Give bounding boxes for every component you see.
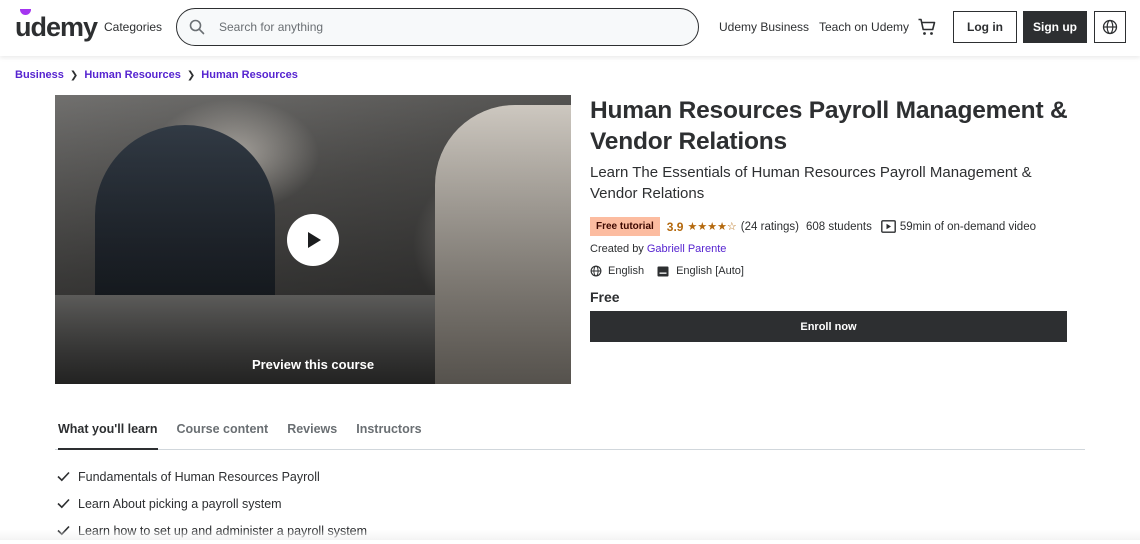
play-icon	[308, 232, 321, 248]
top-navbar: udemy Categories Udemy Business Teach on…	[0, 0, 1140, 56]
breadcrumb: Business ❯ Human Resources ❯ Human Resou…	[15, 69, 298, 81]
created-by: Created by Gabriell Parente	[590, 243, 726, 255]
course-meta: Free tutorial 3.9 ★★★★☆ (24 ratings) 608…	[590, 217, 1036, 236]
students-count: 608 students	[805, 220, 872, 233]
globe-icon	[1102, 19, 1118, 35]
breadcrumb-item-human-resources[interactable]: Human Resources	[84, 69, 181, 81]
cart-icon	[918, 18, 936, 35]
teach-on-udemy-link[interactable]: Teach on Udemy	[819, 20, 909, 34]
course-subtitle: Learn The Essentials of Human Resources …	[590, 164, 1032, 202]
captions-label: English [Auto]	[676, 265, 744, 277]
breadcrumb-item-business[interactable]: Business	[15, 69, 64, 81]
course-tabs: What you'll learn Course content Reviews…	[55, 410, 1085, 450]
tab-instructors[interactable]: Instructors	[356, 410, 431, 450]
breadcrumb-item-human-resources-sub[interactable]: Human Resources	[201, 69, 298, 81]
search-bar[interactable]	[176, 8, 699, 46]
preview-course-label[interactable]: Preview this course	[55, 357, 571, 372]
enroll-now-button[interactable]: Enroll now	[590, 311, 1067, 342]
list-item: Learn About picking a payroll system	[57, 490, 367, 517]
play-button[interactable]	[287, 214, 339, 266]
checkmark-icon	[57, 471, 70, 482]
star-rating-icon: ★★★★☆	[687, 221, 737, 233]
chevron-right-icon: ❯	[186, 69, 196, 81]
course-languages: English English [Auto]	[590, 265, 744, 277]
free-tutorial-badge: Free tutorial	[590, 217, 660, 236]
course-preview-video[interactable]: Preview this course	[55, 95, 571, 384]
tab-reviews[interactable]: Reviews	[287, 410, 347, 450]
list-item: Fundamentals of Human Resources Payroll	[57, 463, 367, 490]
captions-item: English [Auto]	[657, 265, 744, 277]
rating-value: 3.9	[666, 219, 684, 234]
course-price: Free	[590, 289, 620, 305]
cart-button[interactable]	[917, 17, 937, 42]
language-button[interactable]	[1094, 11, 1126, 43]
tab-course-content[interactable]: Course content	[177, 410, 279, 450]
language-item: English	[590, 265, 644, 277]
learn-item-text: Learn About picking a payroll system	[78, 496, 282, 511]
chevron-right-icon: ❯	[69, 69, 79, 81]
video-icon	[880, 220, 896, 233]
video-length: 59min of on-demand video	[899, 220, 1036, 233]
globe-icon	[590, 265, 602, 277]
search-icon[interactable]	[189, 19, 205, 35]
udemy-business-link[interactable]: Udemy Business	[719, 20, 809, 34]
instructor-link[interactable]: Gabriell Parente	[647, 243, 727, 255]
logo-text: udemy	[15, 12, 98, 42]
captions-icon	[657, 266, 669, 276]
login-button[interactable]: Log in	[953, 11, 1017, 43]
categories-link[interactable]: Categories	[104, 20, 162, 34]
course-title: Human Resources Payroll Management & Ven…	[590, 97, 1068, 155]
learn-item-text: Fundamentals of Human Resources Payroll	[78, 469, 320, 484]
language-label: English	[608, 265, 645, 277]
tab-what-youll-learn[interactable]: What you'll learn	[58, 410, 158, 450]
signup-button[interactable]: Sign up	[1023, 11, 1087, 43]
search-input[interactable]	[219, 20, 659, 34]
bottom-fade	[0, 530, 1140, 540]
udemy-logo[interactable]: udemy	[15, 9, 98, 43]
checkmark-icon	[57, 498, 70, 509]
created-by-label: Created by	[590, 243, 644, 255]
ratings-count[interactable]: (24 ratings)	[741, 221, 799, 233]
